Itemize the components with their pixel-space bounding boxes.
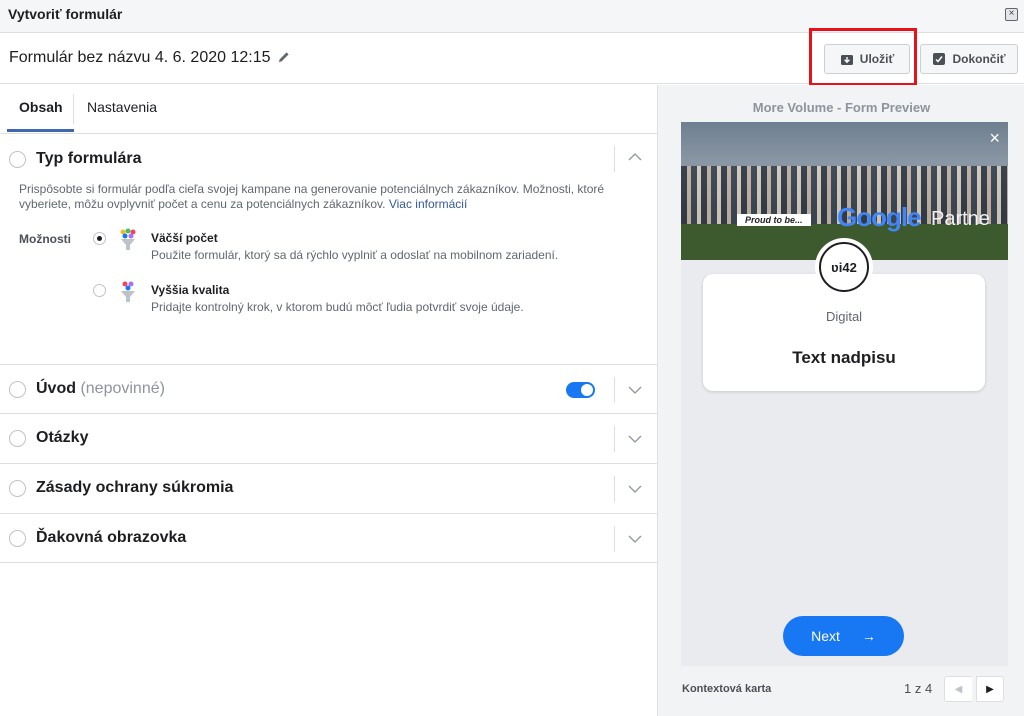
section-title: Zásady ochrany súkromia [36,479,234,496]
next-button[interactable]: Next → [783,616,904,656]
tab-settings[interactable]: Nastavenia [87,99,157,115]
section-divider [614,426,615,452]
pencil-icon[interactable] [277,50,291,64]
option-radio-higher-intent[interactable] [93,284,106,297]
funnel-icon [120,228,136,250]
close-icon[interactable]: × [989,128,1000,149]
chevron-left-icon: ◀ [954,683,963,695]
chevron-down-icon[interactable] [627,382,643,398]
option-desc-higher-intent: Pridajte kontrolný krok, v ktorom budú m… [151,300,524,314]
section-thank-you[interactable]: Ďakovná obrazovka [0,514,657,563]
option-title-more-volume[interactable]: Väčší počet [151,231,218,245]
hero-banner-text: Proud to be... [737,214,811,226]
window-title: Vytvoriť formulár [8,6,123,22]
section-status-circle [9,381,26,398]
company-logo: ʋi42 [819,242,869,292]
chevron-down-icon[interactable] [627,481,643,497]
arrow-right-icon: → [861,628,876,644]
tab-content[interactable]: Obsah [19,99,63,115]
intro-title: Úvod [36,380,76,397]
finish-icon [933,53,946,65]
tab-bar: Obsah Nastavenia [0,85,657,134]
section-description: Prispôsobte si formulár podľa cieľa svoj… [19,182,629,212]
option-radio-more-volume[interactable] [93,232,106,245]
section-privacy[interactable]: Zásady ochrany súkromia [0,464,657,514]
section-status-circle [9,530,26,547]
next-page-button[interactable]: ▶ [976,676,1004,702]
phone-preview: Proud to be... Google Partne × Digital T… [681,122,1008,666]
chevron-right-icon: ▶ [986,683,994,695]
option-desc-more-volume: Použite formulár, ktorý sa dá rýchlo vyp… [151,248,559,262]
section-divider [614,146,615,172]
section-divider [614,377,615,403]
section-title[interactable]: Typ formulára [36,150,142,168]
form-name[interactable]: Formulár bez názvu 4. 6. 2020 12:15 [9,49,271,67]
hero-brand-text: Google [837,202,922,232]
funnel-filter-icon [121,281,135,302]
intro-toggle[interactable] [566,382,595,398]
company-name: Digital [825,309,863,324]
preview-label: More Volume - Form Preview [752,100,931,115]
highlight-annotation [809,28,917,86]
hero-image: Proud to be... Google Partne × [681,122,1008,260]
optional-label: (nepovinné) [80,380,165,397]
section-title: Otázky [36,429,89,446]
options-label: Možnosti [19,232,71,246]
option-title-higher-intent[interactable]: Vyššia kvalita [151,283,229,297]
next-button-label: Next [811,628,840,644]
editor-panel: Obsah Nastavenia Typ formulára Prispôsob… [0,85,657,716]
section-status-circle [9,151,26,168]
section-title: Ďakovná obrazovka [36,529,187,546]
section-title: Úvod (nepovinné) [36,380,165,398]
section-divider [614,476,615,502]
context-card-label: Kontextová karta [682,683,772,695]
learn-more-link[interactable]: Viac informácií [389,197,467,211]
prev-page-button[interactable]: ◀ [944,676,972,702]
chevron-down-icon[interactable] [627,531,643,547]
section-questions[interactable]: Otázky [0,414,657,464]
section-divider [614,526,615,552]
chevron-up-icon[interactable] [627,149,643,165]
chevron-down-icon[interactable] [627,431,643,447]
section-status-circle [9,430,26,447]
description-text: Prispôsobte si formulár podľa cieľa svoj… [19,182,605,211]
close-icon[interactable]: × [1005,8,1018,21]
section-status-circle [9,480,26,497]
headline-text: Text nadpisu [792,348,896,367]
section-intro[interactable]: Úvod (nepovinné) [0,365,657,414]
tab-divider [73,94,74,124]
active-tab-indicator [7,129,74,132]
finish-button-label: Dokončiť [952,52,1006,66]
hero-partner-text: Partne [931,208,990,230]
preview-panel: More Volume - Form Preview Proud to be..… [657,85,1024,716]
page-indicator: 1 z 4 [904,681,933,696]
finish-button[interactable]: Dokončiť [920,44,1018,74]
section-form-type: Typ formulára Prispôsobte si formulár po… [0,134,657,365]
